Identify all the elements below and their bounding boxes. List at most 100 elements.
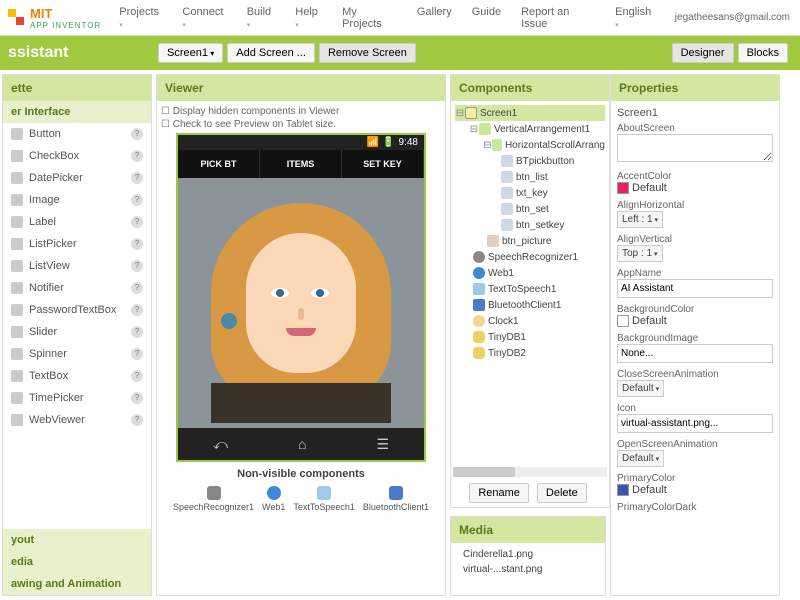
back-icon[interactable]: ⤺ [213, 436, 228, 453]
nav-build[interactable]: Build [237, 2, 286, 34]
prop-bgcolor-value[interactable]: Default [617, 315, 773, 327]
tree-btnlist[interactable]: btn_list [455, 169, 605, 185]
user-email[interactable]: jegatheesans@gmail.com [665, 12, 800, 23]
palette-item-password[interactable]: PasswordTextBox? [3, 299, 151, 321]
tree-screen1[interactable]: ⊟Screen1 [455, 105, 605, 121]
phone-btn-setkey[interactable]: SET KEY [342, 150, 424, 178]
palette-item-listview[interactable]: ListView? [3, 255, 151, 277]
help-icon[interactable]: ? [131, 392, 143, 404]
scrollbar-horizontal[interactable] [453, 467, 607, 477]
nav-connect[interactable]: Connect [172, 2, 236, 34]
blocks-button[interactable]: Blocks [738, 43, 788, 63]
nav-help[interactable]: Help [285, 2, 332, 34]
palette-section-media[interactable]: edia [3, 551, 151, 573]
help-icon[interactable]: ? [131, 128, 143, 140]
tree-db2[interactable]: TinyDB2 [455, 345, 605, 361]
tree-tts[interactable]: TextToSpeech1 [455, 281, 605, 297]
phone-screen-image[interactable] [178, 178, 424, 428]
logo[interactable]: MITAPP INVENTOR [0, 6, 109, 30]
palette-item-textbox[interactable]: TextBox? [3, 365, 151, 387]
tree-web[interactable]: Web1 [455, 265, 605, 281]
prop-about-input[interactable] [617, 134, 773, 162]
designer-button[interactable]: Designer [672, 43, 734, 63]
palette-item-button[interactable]: Button? [3, 123, 151, 145]
palette-item-webviewer[interactable]: WebViewer? [3, 409, 151, 431]
help-icon[interactable]: ? [131, 348, 143, 360]
nav-gallery[interactable]: Gallery [407, 2, 462, 34]
prop-bgimg-input[interactable] [617, 344, 773, 363]
help-icon[interactable]: ? [131, 370, 143, 382]
tree-btnsetkey[interactable]: btn_setkey [455, 217, 605, 233]
help-icon[interactable]: ? [131, 304, 143, 316]
palette-section-drawing[interactable]: awing and Animation [3, 573, 151, 595]
add-screen-button[interactable]: Add Screen ... [227, 43, 315, 63]
chk-tablet[interactable]: ☐ Check to see Preview on Tablet size. [161, 118, 441, 131]
help-icon[interactable]: ? [131, 326, 143, 338]
chk-hidden[interactable]: ☐ Display hidden components in Viewer [161, 105, 441, 118]
prop-closeanim-select[interactable]: Default [617, 380, 664, 397]
tree-bt[interactable]: BluetoothClient1 [455, 297, 605, 313]
prop-icon-input[interactable] [617, 414, 773, 433]
help-icon[interactable]: ? [131, 282, 143, 294]
tree-btpick[interactable]: BTpickbutton [455, 153, 605, 169]
phone-btn-items[interactable]: ITEMS [260, 150, 342, 178]
media-item[interactable]: Cinderella1.png [463, 547, 593, 562]
tree-clock[interactable]: Clock1 [455, 313, 605, 329]
media-list: Cinderella1.png virtual-...stant.png [451, 543, 605, 581]
prop-openanim-select[interactable]: Default [617, 450, 664, 467]
palette-section-layout[interactable]: yout [3, 529, 151, 551]
tree-speech[interactable]: SpeechRecognizer1 [455, 249, 605, 265]
help-icon[interactable]: ? [131, 414, 143, 426]
palette-item-spinner[interactable]: Spinner? [3, 343, 151, 365]
prop-accent-value[interactable]: Default [617, 182, 773, 194]
collapse-icon[interactable]: ⊟ [455, 108, 465, 119]
nav-projects[interactable]: Projects [109, 2, 172, 34]
nvc-tts[interactable]: TextToSpeech1 [293, 486, 355, 512]
tree-btnpic[interactable]: btn_picture [455, 233, 605, 249]
prop-alignh-select[interactable]: Left : 1 [617, 211, 663, 228]
nvc-bt[interactable]: BluetoothClient1 [363, 486, 429, 512]
collapse-icon[interactable]: ⊟ [483, 140, 492, 151]
tree-vert[interactable]: ⊟VerticalArrangement1 [455, 121, 605, 137]
prop-alignv-select[interactable]: Top : 1 [617, 245, 663, 262]
nvc-row: SpeechRecognizer1 Web1 TextToSpeech1 Blu… [161, 484, 441, 514]
help-icon[interactable]: ? [131, 260, 143, 272]
nav-guide[interactable]: Guide [462, 2, 511, 34]
palette-item-image[interactable]: Image? [3, 189, 151, 211]
nav-report-issue[interactable]: Report an Issue [511, 2, 605, 34]
nav-english[interactable]: English [605, 2, 665, 34]
home-icon[interactable]: ⌂ [298, 436, 306, 452]
tree-horz[interactable]: ⊟HorizontalScrollArrang [455, 137, 605, 153]
remove-screen-button[interactable]: Remove Screen [319, 43, 416, 63]
prop-primary-value[interactable]: Default [617, 484, 773, 496]
tree-btnset[interactable]: btn_set [455, 201, 605, 217]
nvc-web[interactable]: Web1 [262, 486, 285, 512]
nvc-speech[interactable]: SpeechRecognizer1 [173, 486, 254, 512]
rename-button[interactable]: Rename [469, 483, 529, 503]
palette-item-datepicker[interactable]: DatePicker? [3, 167, 151, 189]
help-icon[interactable]: ? [131, 238, 143, 250]
recent-icon[interactable]: ☰ [376, 436, 389, 453]
delete-button[interactable]: Delete [537, 483, 587, 503]
prop-appname-input[interactable] [617, 279, 773, 298]
components-tree: ⊟Screen1 ⊟VerticalArrangement1 ⊟Horizont… [451, 101, 609, 465]
help-icon[interactable]: ? [131, 216, 143, 228]
palette-item-slider[interactable]: Slider? [3, 321, 151, 343]
help-icon[interactable]: ? [131, 194, 143, 206]
screen-selector[interactable]: Screen1 [158, 43, 223, 63]
palette-item-notifier[interactable]: Notifier? [3, 277, 151, 299]
collapse-icon[interactable]: ⊟ [469, 124, 479, 135]
tree-txtkey[interactable]: txt_key [455, 185, 605, 201]
palette-item-checkbox[interactable]: CheckBox? [3, 145, 151, 167]
tree-db1[interactable]: TinyDB1 [455, 329, 605, 345]
prop-about-label: AboutScreen [617, 123, 773, 134]
palette-item-timepicker[interactable]: TimePicker? [3, 387, 151, 409]
media-item[interactable]: virtual-...stant.png [463, 562, 593, 577]
help-icon[interactable]: ? [131, 172, 143, 184]
phone-btn-pickbt[interactable]: PICK BT [178, 150, 260, 178]
palette-item-listpicker[interactable]: ListPicker? [3, 233, 151, 255]
nav-my-projects[interactable]: My Projects [332, 2, 407, 34]
help-icon[interactable]: ? [131, 150, 143, 162]
palette-section-ui[interactable]: er Interface [3, 101, 151, 123]
palette-item-label[interactable]: Label? [3, 211, 151, 233]
